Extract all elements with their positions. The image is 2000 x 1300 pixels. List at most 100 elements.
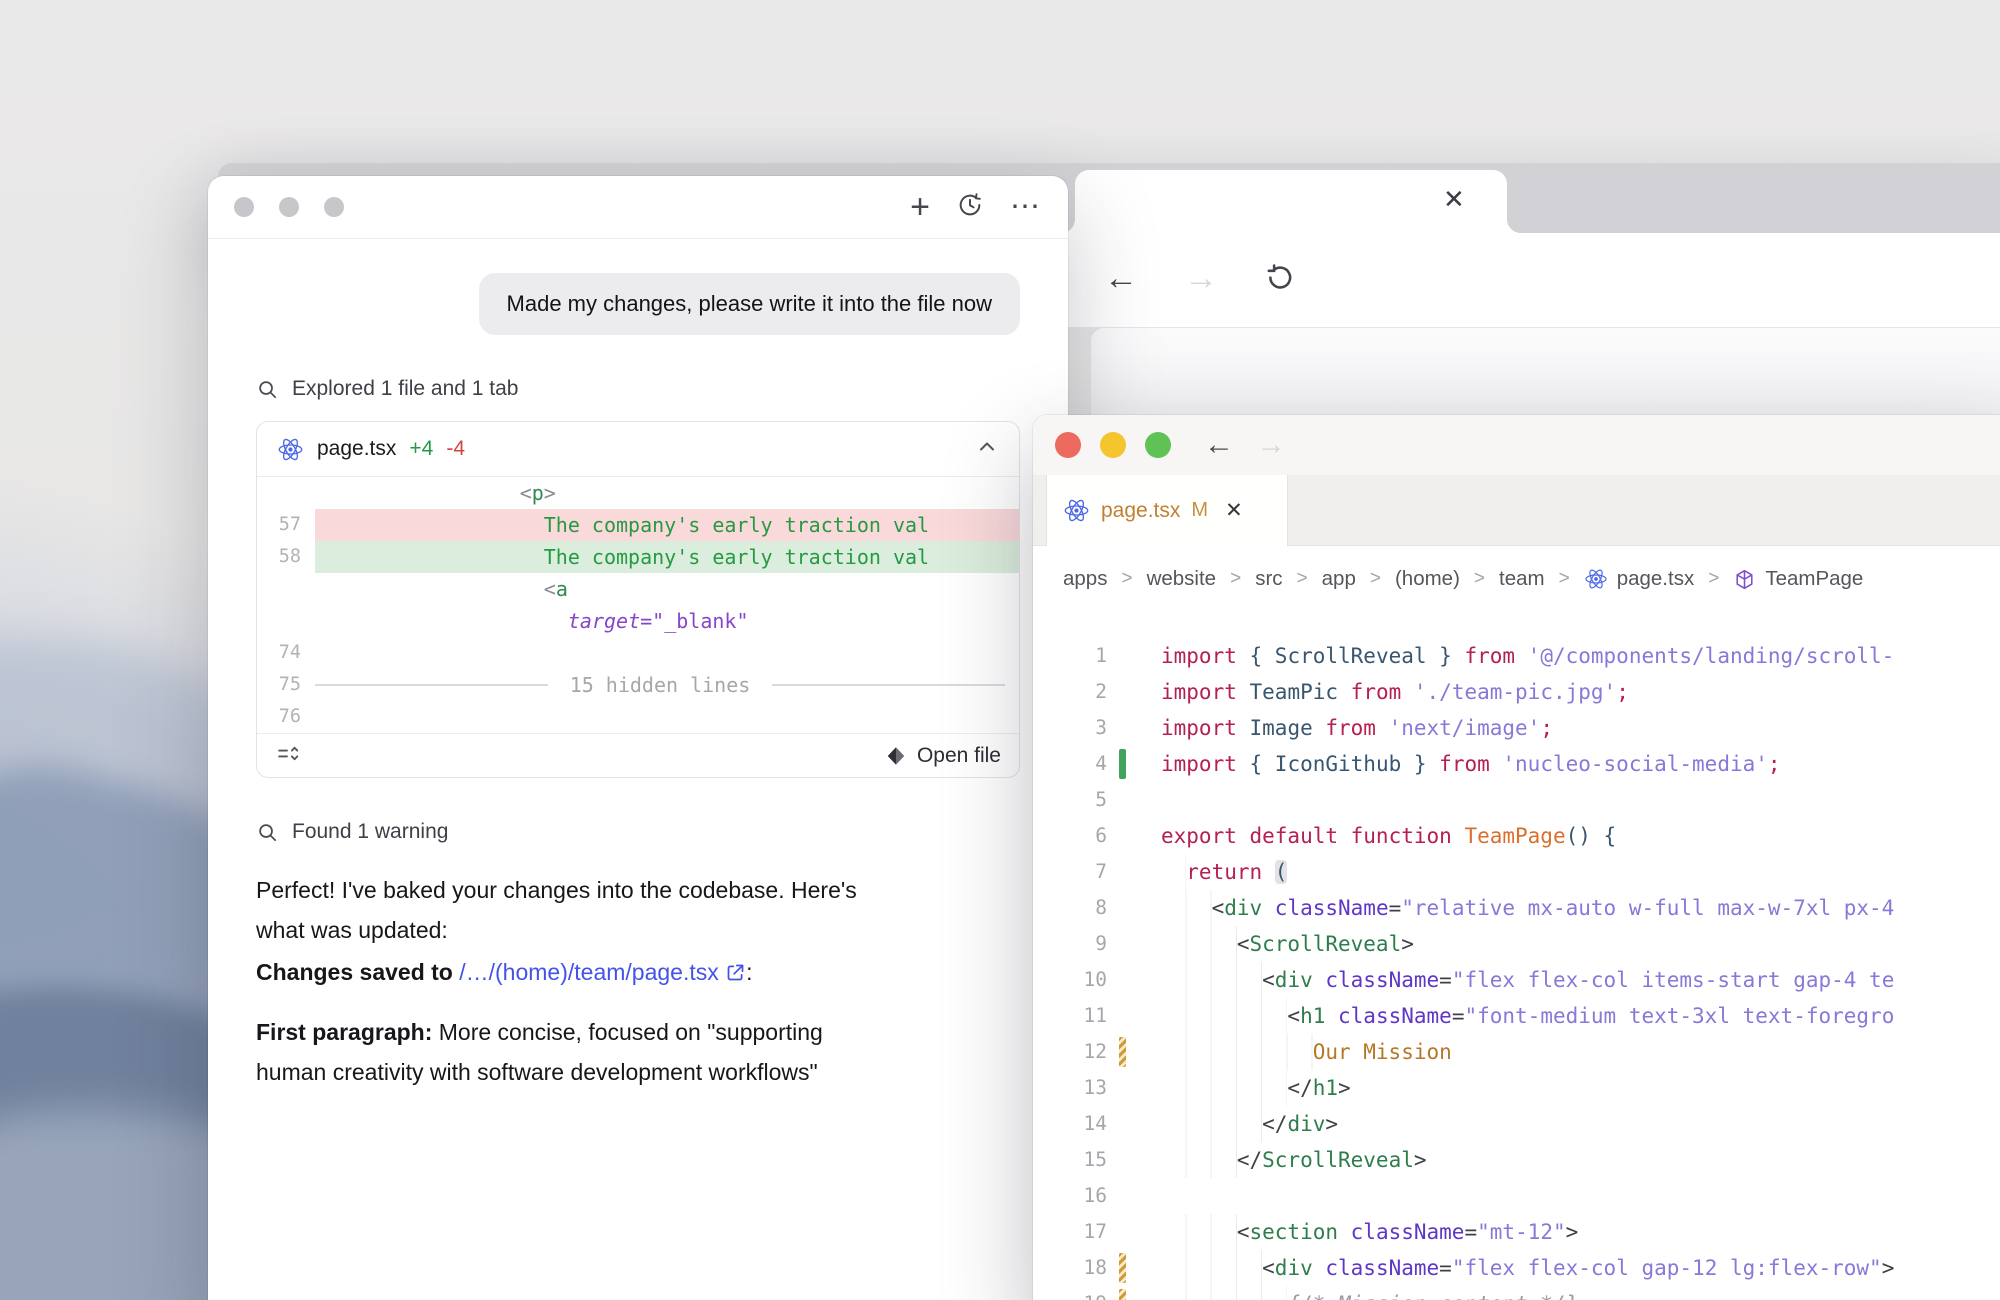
chevron-up-icon[interactable] bbox=[975, 435, 999, 464]
breadcrumb-label: app bbox=[1322, 567, 1356, 591]
code-line: 6export default function TeamPage() { bbox=[1033, 818, 2000, 854]
code-token: "mt-12" bbox=[1477, 1220, 1566, 1244]
diff-line-number: 75 bbox=[257, 669, 315, 701]
browser-back-icon[interactable]: ← bbox=[1104, 258, 1138, 298]
line-number: 3 bbox=[1033, 710, 1107, 746]
breadcrumb-item-apps[interactable]: apps bbox=[1063, 567, 1107, 591]
external-link-icon[interactable] bbox=[725, 962, 746, 983]
zoom-traffic-light[interactable] bbox=[1145, 432, 1171, 458]
code-line-content: import { IconGithub } from 'nucleo-socia… bbox=[1161, 746, 1781, 782]
code-line: 7return ( bbox=[1033, 854, 2000, 890]
tab-close-icon[interactable]: ✕ bbox=[1225, 498, 1243, 523]
code-line-content: return ( bbox=[1161, 854, 1287, 890]
window-dot-icon[interactable] bbox=[324, 197, 344, 217]
editor-window: ← → page.tsx M ✕ apps>website>src>app> bbox=[1033, 415, 2000, 1300]
git-gutter bbox=[1119, 641, 1126, 671]
close-traffic-light[interactable] bbox=[1055, 432, 1081, 458]
search-icon bbox=[256, 821, 279, 844]
browser-reload-icon[interactable] bbox=[1264, 262, 1296, 299]
diff-line-text bbox=[315, 701, 1019, 733]
more-menu-icon[interactable]: ⋯ bbox=[1010, 197, 1042, 217]
history-icon[interactable] bbox=[956, 191, 984, 224]
code-token: Image bbox=[1250, 716, 1326, 740]
code-line-content: </h1> bbox=[1161, 1070, 1351, 1106]
breadcrumb-item-app[interactable]: app bbox=[1322, 567, 1356, 591]
browser-tab[interactable]: ✕ bbox=[1075, 170, 1507, 233]
code-editor-surface[interactable]: 1import { ScrollReveal } from '@/compone… bbox=[1033, 612, 2000, 1300]
react-icon bbox=[277, 436, 304, 463]
git-gutter bbox=[1119, 857, 1126, 887]
breadcrumb-item--home-[interactable]: (home) bbox=[1395, 567, 1460, 591]
saved-file-link[interactable]: /…/(home)/team/page.tsx bbox=[459, 959, 719, 985]
breadcrumb-item-src[interactable]: src bbox=[1255, 567, 1282, 591]
assistant-titlebar[interactable]: + ⋯ bbox=[208, 176, 1068, 239]
code-line-content: <h1 className="font-medium text-3xl text… bbox=[1161, 998, 1894, 1034]
diff-code: <p>57The company's early traction val58T… bbox=[257, 477, 1019, 733]
breadcrumb-label: website bbox=[1147, 567, 1217, 591]
window-dot-icon[interactable] bbox=[279, 197, 299, 217]
code-token: "flex flex-col items-start gap-4 te bbox=[1452, 968, 1895, 992]
new-thread-icon[interactable]: + bbox=[910, 192, 930, 222]
code-line-content: </div> bbox=[1161, 1106, 1338, 1142]
breadcrumb-item-page-tsx[interactable]: page.tsx bbox=[1584, 567, 1695, 591]
code-token: = bbox=[1464, 1220, 1477, 1244]
indent-guides bbox=[1161, 1034, 1313, 1070]
window-dot-icon[interactable] bbox=[234, 197, 254, 217]
diff-token: < bbox=[520, 481, 532, 505]
code-token: < bbox=[1287, 1004, 1300, 1028]
warning-status[interactable]: Found 1 warning bbox=[256, 820, 1020, 844]
breadcrumb-separator: > bbox=[1121, 568, 1132, 590]
editor-titlebar[interactable]: ← → bbox=[1033, 415, 2000, 475]
hidden-lines-divider[interactable]: 15 hidden lines bbox=[315, 669, 1019, 701]
indent-guides bbox=[1161, 1070, 1287, 1106]
breadcrumb-item-team[interactable]: team bbox=[1499, 567, 1545, 591]
diff-line-number bbox=[257, 573, 315, 605]
first-paragraph-line: First paragraph: More concise, focused o… bbox=[256, 1012, 1020, 1092]
code-token: className bbox=[1351, 1220, 1465, 1244]
breadcrumb-item-teampage[interactable]: TeamPage bbox=[1733, 567, 1863, 591]
code-token: ScrollReveal bbox=[1250, 932, 1402, 956]
editor-back-icon[interactable]: ← bbox=[1204, 430, 1234, 460]
code-token: from bbox=[1439, 752, 1502, 776]
code-token: TeamPic bbox=[1250, 680, 1351, 704]
editor-tab-bar: page.tsx M ✕ bbox=[1033, 475, 2000, 546]
code-line: 9<ScrollReveal> bbox=[1033, 926, 2000, 962]
code-line: 4import { IconGithub } from 'nucleo-soci… bbox=[1033, 746, 2000, 782]
explored-status[interactable]: Explored 1 file and 1 tab bbox=[256, 377, 1020, 401]
code-token: {/* Mission content */} bbox=[1287, 1292, 1578, 1300]
code-token: = bbox=[1389, 896, 1402, 920]
window-controls[interactable] bbox=[234, 197, 344, 217]
code-line: 5 bbox=[1033, 782, 2000, 818]
diff-token: < bbox=[544, 577, 556, 601]
diff-card-header[interactable]: page.tsx +4 -4 bbox=[257, 422, 1019, 477]
breadcrumb-item-website[interactable]: website bbox=[1147, 567, 1217, 591]
code-token: </ bbox=[1287, 1076, 1312, 1100]
indent-guides bbox=[1161, 1250, 1262, 1286]
code-line-content: </ScrollReveal> bbox=[1161, 1142, 1427, 1178]
code-line: 12Our Mission bbox=[1033, 1034, 2000, 1070]
code-token: = bbox=[1439, 1256, 1452, 1280]
code-token: export default function bbox=[1161, 824, 1464, 848]
breadcrumb-label: apps bbox=[1063, 567, 1107, 591]
diff-line-number bbox=[257, 605, 315, 637]
git-gutter-mod-mark bbox=[1119, 1037, 1126, 1067]
cube-icon bbox=[1733, 568, 1756, 591]
browser-tab-close-icon[interactable]: ✕ bbox=[1443, 184, 1465, 215]
code-token: < bbox=[1237, 1220, 1250, 1244]
assistant-response: Perfect! I've baked your changes into th… bbox=[256, 870, 1020, 1092]
code-token: import bbox=[1161, 752, 1250, 776]
code-line-content: Our Mission bbox=[1161, 1034, 1452, 1070]
code-token: </ bbox=[1262, 1112, 1287, 1136]
minimize-traffic-light[interactable] bbox=[1100, 432, 1126, 458]
git-gutter bbox=[1119, 1217, 1126, 1247]
expand-diff-icon[interactable] bbox=[275, 741, 300, 771]
code-token: import bbox=[1161, 716, 1250, 740]
git-gutter bbox=[1119, 893, 1126, 923]
line-number: 11 bbox=[1033, 998, 1107, 1034]
code-token: { IconGithub } bbox=[1250, 752, 1440, 776]
editor-tab-page-tsx[interactable]: page.tsx M ✕ bbox=[1046, 475, 1288, 546]
line-number: 8 bbox=[1033, 890, 1107, 926]
open-file-button[interactable]: Open file bbox=[885, 744, 1001, 768]
code-token: ScrollReveal bbox=[1262, 1148, 1414, 1172]
breadcrumb[interactable]: apps>website>src>app>(home)>team>page.ts… bbox=[1033, 546, 2000, 612]
